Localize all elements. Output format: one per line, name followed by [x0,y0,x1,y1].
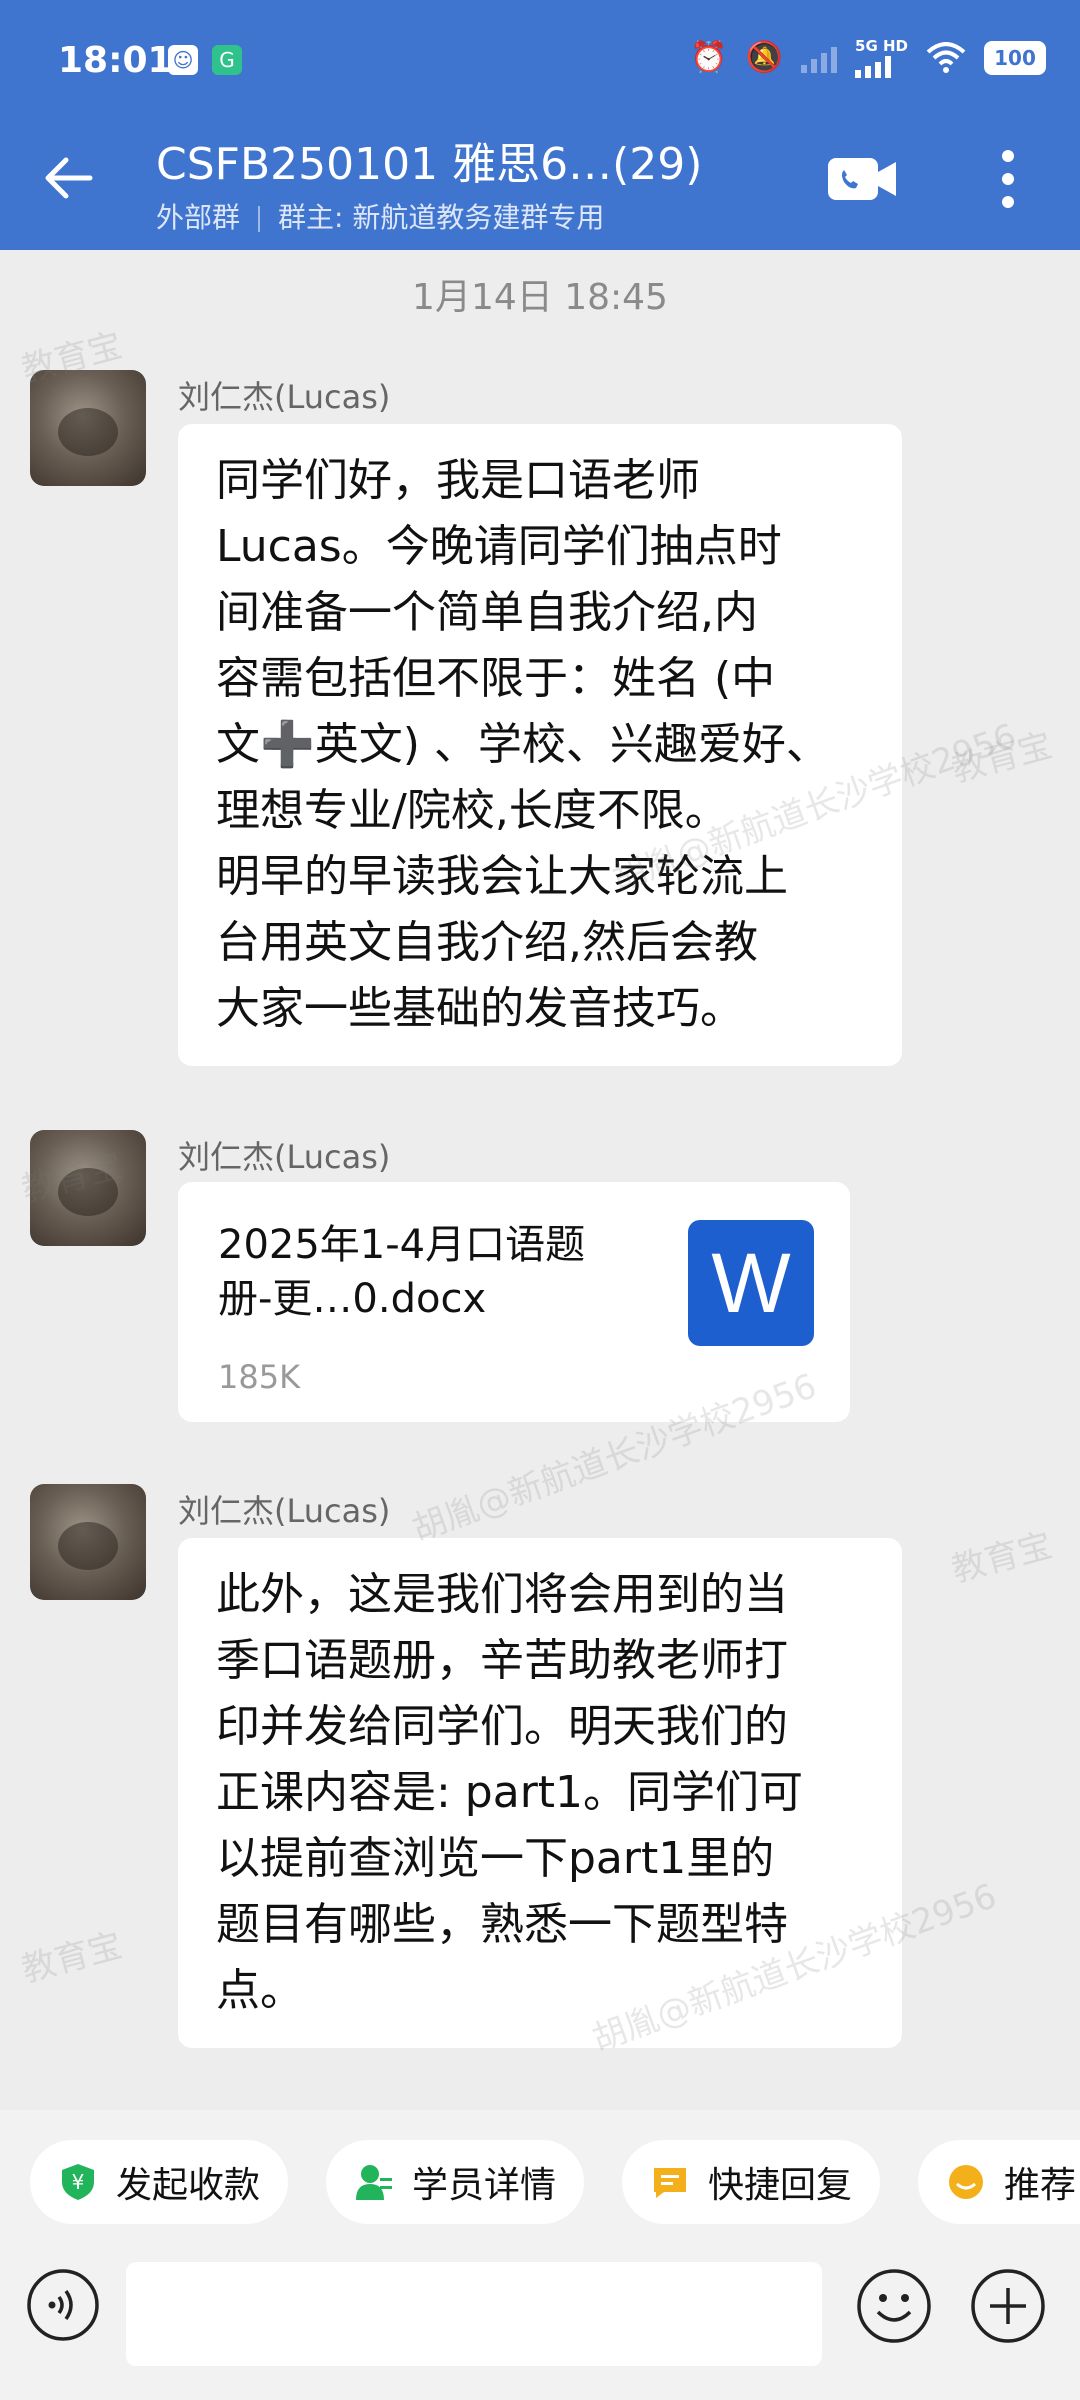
payment-button[interactable]: ¥ 发起收款 [30,2140,289,2224]
message-line: Lucas。今晚请同学们抽点时 [216,521,782,572]
message-line: 文➕英文) 、学校、兴趣爱好、 [216,719,830,770]
message-line: 以提前查浏览一下part1里的 [216,1833,775,1884]
message-line: 容需包括但不限于：姓名 (中 [216,653,776,704]
voice-input-icon[interactable] [26,2268,100,2342]
quick-reply-button[interactable]: 快捷回复 [622,2140,881,2224]
group-tag: 外部群 [156,201,241,234]
quick-reply-icon [654,2168,686,2198]
message-line: 理想专业/院校,长度不限。 [216,785,729,836]
file-name: 2025年1-4月口语题册-更…0.docx [218,1222,586,1322]
word-document-icon: W [688,1220,814,1346]
status-time: 18:01 [58,40,173,81]
add-attachment-icon[interactable] [970,2268,1046,2344]
chat-header: 18:01 ☺ G ⏰ 🔕 5G HD 100 CSFB250101 雅思6…(… [0,0,1080,250]
message-input-bar [0,2260,1080,2400]
chip-label: 学员详情 [412,2165,557,2206]
avatar[interactable] [30,370,146,486]
chip-label: 推荐 [1004,2165,1077,2206]
app-badge-icon: G [212,45,242,75]
signal-icon [801,43,838,73]
alarm-icon: ⏰ [690,40,728,75]
more-options-icon[interactable] [990,148,1026,210]
watermark: 教育宝 [947,725,1057,791]
chat-subtitle: 外部群 群主: 新航道教务建群专用 [156,196,604,236]
divider [258,206,261,232]
chip-label: 发起收款 [116,2165,261,2206]
quick-actions-bar: ¥ 发起收款 学员详情 快捷回复 推荐 [0,2110,1080,2260]
message-line: 季口语题册，辛苦助教老师打 [216,1635,788,1686]
wifi-icon [926,42,966,73]
chip-label: 快捷回复 [708,2165,853,2206]
message-line: 正课内容是: part1。同学们可 [216,1767,804,1818]
group-owner: 群主: 新航道教务建群专用 [278,201,605,234]
message-line: 明早的早读我会让大家轮流上 [216,851,788,902]
message-timestamp: 1月14日 18:45 [412,277,668,318]
sender-name: 刘仁杰(Lucas) [178,378,391,416]
signal-5g-icon: 5G HD [855,36,908,78]
status-icons: ⏰ 🔕 5G HD 100 [690,38,1046,78]
file-attachment-card[interactable]: 2025年1-4月口语题册-更…0.docx 185K W [178,1182,850,1422]
payment-shield-icon: ¥ [62,2164,94,2200]
recommend-icon [949,2165,983,2199]
chat-title: CSFB250101 雅思6…(29) [156,139,703,190]
back-arrow-icon[interactable] [40,148,100,208]
message-line: 印并发给同学们。明天我们的 [216,1701,788,1752]
message-bubble[interactable]: 此外，这是我们将会用到的当 季口语题册，辛苦助教老师打 印并发给同学们。明天我们… [178,1538,902,2048]
message-line: 点。 [216,1965,304,2016]
message-line: 台用英文自我介绍,然后会教 [216,917,758,968]
watermark: 教育宝 [947,1525,1057,1591]
battery-icon: 100 [984,41,1046,75]
emoji-icon[interactable] [856,2268,932,2344]
mute-icon: 🔕 [745,40,784,75]
avatar[interactable] [30,1484,146,1600]
message-line: 题目有哪些，熟悉一下题型特 [216,1899,788,1950]
student-icon [356,2165,392,2200]
student-details-button[interactable]: 学员详情 [326,2140,585,2224]
message-input[interactable] [126,2262,822,2366]
message-line: 同学们好，我是口语老师 [216,455,700,506]
status-bar: 18:01 ☺ G ⏰ 🔕 5G HD 100 [0,0,1080,120]
message-line: 间准备一个简单自我介绍,内 [216,587,758,638]
message-line: 此外，这是我们将会用到的当 [216,1569,788,1620]
video-call-icon[interactable] [826,154,898,204]
recommend-button[interactable]: 推荐 [918,2140,1080,2224]
network-label: 5G HD [855,36,908,55]
message-line: 大家一些基础的发音技巧。 [216,983,744,1034]
sender-name: 刘仁杰(Lucas) [178,1138,391,1176]
file-size: 185K [218,1358,301,1396]
sender-name: 刘仁杰(Lucas) [178,1492,391,1530]
app-notification-icon: ☺ [168,45,198,75]
watermark: 教育宝 [17,1925,127,1991]
message-bubble[interactable]: 同学们好，我是口语老师 Lucas。今晚请同学们抽点时 间准备一个简单自我介绍,… [178,424,902,1066]
svg-text:¥: ¥ [72,2170,85,2194]
avatar[interactable] [30,1130,146,1246]
